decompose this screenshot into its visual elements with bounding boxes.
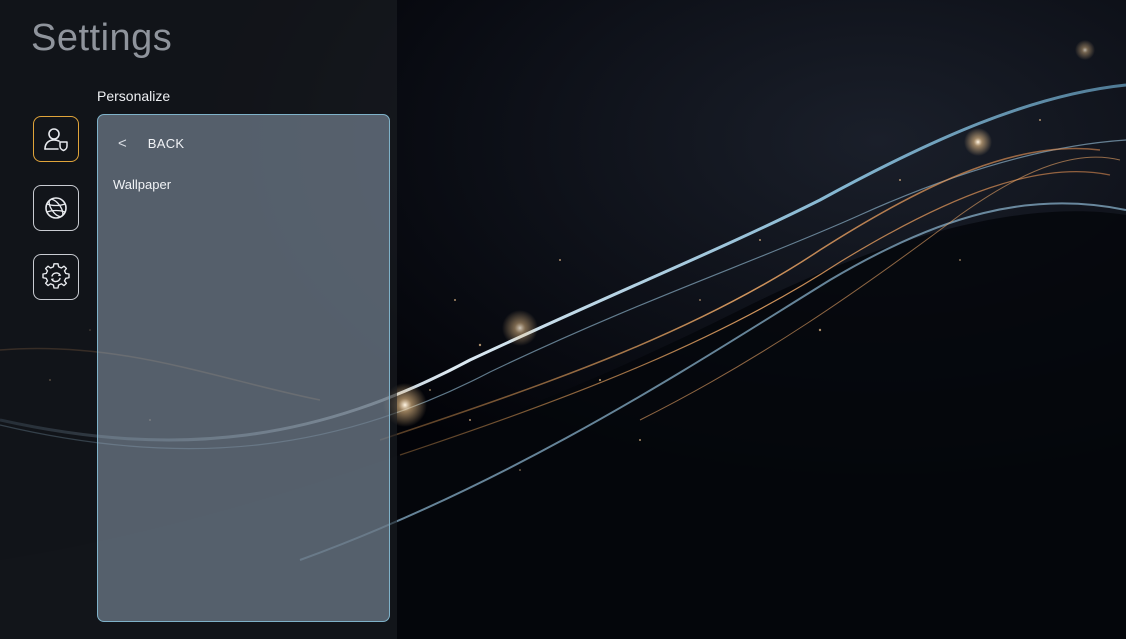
nav-network-button[interactable]	[33, 185, 79, 231]
gear-icon	[42, 263, 70, 289]
section-title: Personalize	[97, 88, 171, 104]
nav-system-button[interactable]	[33, 254, 79, 300]
nav-personalize-button[interactable]	[33, 116, 79, 162]
back-button[interactable]: < BACK	[118, 134, 184, 154]
user-badge-icon	[44, 128, 68, 152]
globe-icon	[45, 197, 67, 219]
personalize-menu-card: < BACK Wallpaper	[97, 114, 390, 622]
chevron-left-icon: <	[118, 135, 127, 152]
settings-panel: Settings Personalize < BACK Wallpaper	[0, 0, 397, 639]
page-title: Settings	[31, 17, 173, 59]
settings-screen: Settings Personalize < BACK Wallpaper	[0, 0, 1126, 639]
back-label: BACK	[147, 136, 185, 151]
menu-item-wallpaper[interactable]: Wallpaper	[113, 177, 171, 192]
